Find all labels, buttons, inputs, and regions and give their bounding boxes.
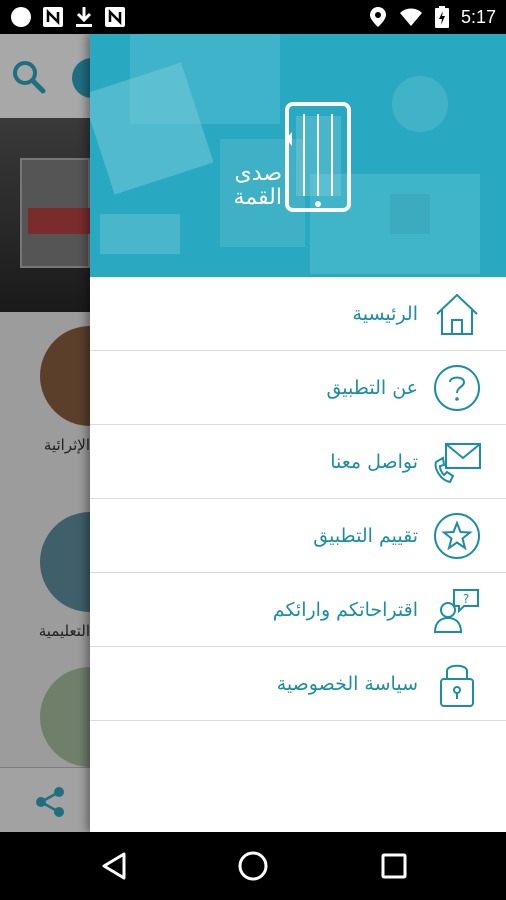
menu-item-label: اقتراحاتكم وارائكم xyxy=(272,598,418,621)
drawer-header: صدى القمة xyxy=(90,34,506,277)
header-background-image xyxy=(90,34,506,277)
contact-icon xyxy=(432,437,482,487)
home-circle-icon[interactable] xyxy=(235,848,271,884)
home-icon xyxy=(432,289,482,339)
circle-icon xyxy=(11,7,31,27)
menu-item-label: عن التطبيق xyxy=(326,376,418,399)
background-category-list: الإثرائية التعليمية xyxy=(0,312,140,767)
menu-item-label: الرئيسية xyxy=(352,302,418,325)
navigation-drawer: صدى القمة الرئيسية عن التطبيق تواصل معنا… xyxy=(90,34,506,832)
download-icon xyxy=(76,7,92,27)
background-banner xyxy=(0,118,90,312)
drawer-menu: الرئيسية عن التطبيق تواصل معنا تقييم الت… xyxy=(90,277,506,721)
svg-text:?: ? xyxy=(463,592,469,606)
share-icon[interactable] xyxy=(34,786,66,818)
brand-line1: صدى xyxy=(234,161,282,186)
menu-item-label: سياسة الخصوصية xyxy=(276,672,418,695)
status-left-icons xyxy=(10,0,126,34)
category-label: التعليمية xyxy=(38,622,90,640)
search-icon[interactable] xyxy=(12,60,46,94)
location-icon xyxy=(369,7,386,27)
background-bottom-bar xyxy=(0,767,90,832)
app-brand-name: صدى القمة xyxy=(220,162,282,210)
category-label: الإثرائية xyxy=(43,436,90,454)
menu-item-rate[interactable]: تقييم التطبيق xyxy=(90,499,506,573)
lock-icon xyxy=(432,659,482,709)
menu-item-about[interactable]: عن التطبيق xyxy=(90,351,506,425)
menu-item-label: تواصل معنا xyxy=(330,450,418,473)
menu-item-contact[interactable]: تواصل معنا xyxy=(90,425,506,499)
nfc-icon xyxy=(43,7,63,27)
brand-line2: القمة xyxy=(233,185,282,210)
star-icon xyxy=(432,511,482,561)
feedback-icon: ? xyxy=(432,585,482,635)
system-nav-bar xyxy=(0,832,506,900)
status-time: 5:17 xyxy=(460,6,496,27)
question-icon xyxy=(432,363,482,413)
recents-icon[interactable] xyxy=(376,848,412,884)
wifi-icon xyxy=(399,8,422,26)
status-bar: 5:17 xyxy=(0,0,506,34)
background-toolbar xyxy=(0,34,112,118)
status-right-icons: 5:17 xyxy=(369,0,496,34)
battery-icon xyxy=(434,6,449,28)
back-icon[interactable] xyxy=(96,848,132,884)
menu-item-feedback[interactable]: اقتراحاتكم وارائكم ? xyxy=(90,573,506,647)
menu-item-home[interactable]: الرئيسية xyxy=(90,277,506,351)
nfc-icon xyxy=(105,7,125,27)
menu-item-label: تقييم التطبيق xyxy=(313,524,418,547)
menu-item-privacy[interactable]: سياسة الخصوصية xyxy=(90,647,506,721)
